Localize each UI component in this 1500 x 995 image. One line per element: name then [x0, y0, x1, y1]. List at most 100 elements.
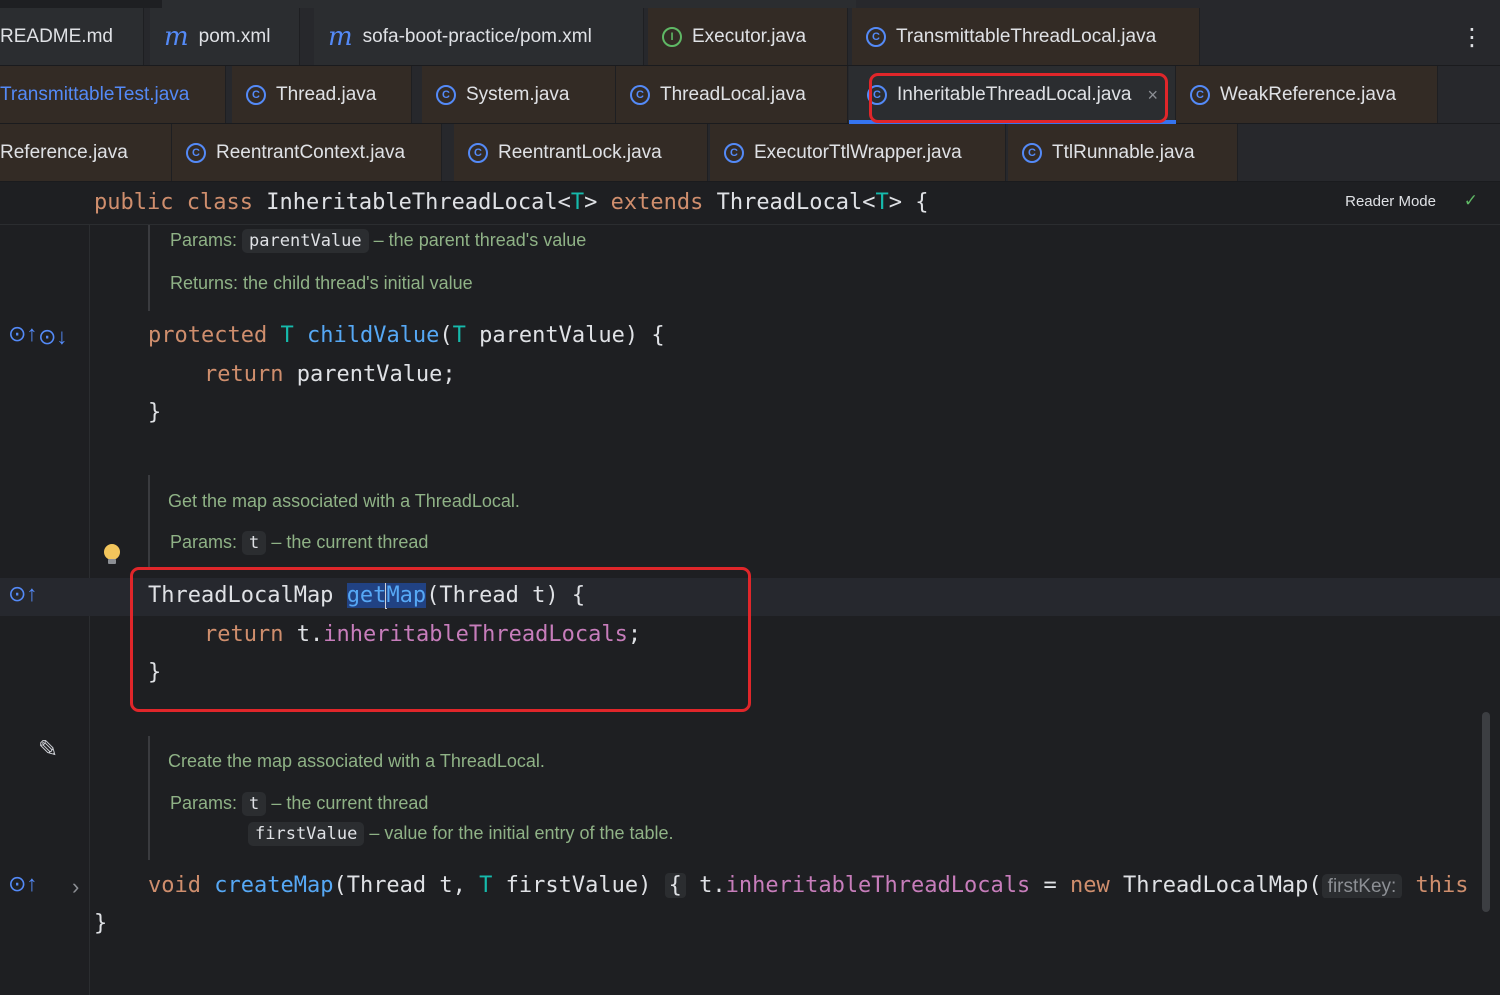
- tab-transmittable-thread-local[interactable]: C TransmittableThreadLocal.java: [852, 8, 1200, 65]
- doc-params-row: Params: t – the current thread: [170, 792, 428, 816]
- doc-comment-getmap: Get the map associated with a ThreadLoca…: [148, 475, 748, 567]
- class-icon: C: [468, 143, 488, 163]
- doc-params-row: Params: t – the current thread: [170, 531, 428, 555]
- doc-label: Returns:: [170, 273, 239, 293]
- constructor: ThreadLocalMap(: [1109, 873, 1322, 898]
- class-icon: C: [246, 85, 266, 105]
- tab-readme[interactable]: README.md: [0, 8, 144, 65]
- class-declaration: public class InheritableThreadLocal<T> e…: [94, 190, 929, 215]
- method-name: childValue: [306, 323, 440, 348]
- override-up-icon[interactable]: ⊙↑: [8, 871, 37, 897]
- strip-segment: [856, 0, 1500, 8]
- folded-brace[interactable]: {: [664, 873, 686, 898]
- doc-param: t: [242, 531, 267, 555]
- type-param: T: [875, 190, 889, 215]
- tab-label: ReentrantContext.java: [216, 142, 406, 163]
- class-icon: C: [630, 85, 650, 105]
- override-up-icon[interactable]: ⊙↑: [8, 321, 37, 347]
- doc-label: Params:: [170, 793, 238, 813]
- tab-row-1: README.md m pom.xml m sofa-boot-practice…: [0, 8, 1500, 66]
- type-param: T: [280, 323, 294, 348]
- sticky-class-header: public class InheritableThreadLocal<T> e…: [0, 183, 1500, 225]
- keyword: extends: [610, 190, 704, 215]
- code-line-class-close: }: [94, 911, 108, 936]
- tab-label: WeakReference.java: [1220, 84, 1397, 105]
- params: firstValue): [492, 873, 652, 898]
- operator: =: [1030, 873, 1070, 898]
- doc-returns-desc: the child thread's initial value: [243, 273, 473, 293]
- doc-comment-childvalue: Params: parentValue – the parent thread'…: [148, 225, 748, 311]
- tab-thread[interactable]: C Thread.java: [232, 66, 412, 123]
- parent-class: ThreadLocal<: [716, 190, 876, 215]
- tab-label: pom.xml: [198, 26, 271, 47]
- tab-label: README.md: [0, 26, 113, 47]
- doc-param-desc: – the current thread: [271, 793, 429, 813]
- class-icon: C: [186, 143, 206, 163]
- doc-summary: Get the map associated with a ThreadLoca…: [168, 491, 520, 511]
- override-up-icon[interactable]: ⊙↑: [8, 581, 37, 607]
- punct: >: [584, 190, 598, 215]
- tab-label: System.java: [466, 84, 570, 105]
- expression: t.: [685, 873, 726, 898]
- tab-reference[interactable]: Reference.java: [0, 124, 172, 181]
- tab-weak-reference[interactable]: C WeakReference.java: [1176, 66, 1438, 123]
- keyword: this: [1402, 873, 1469, 898]
- strip-segment: [0, 0, 162, 8]
- keyword: protected: [148, 323, 268, 348]
- keyword: new: [1070, 873, 1110, 898]
- expression: parentValue;: [283, 362, 456, 387]
- tab-executor[interactable]: I Executor.java: [648, 8, 848, 65]
- vertical-scrollbar[interactable]: [1482, 712, 1490, 912]
- tab-label: ThreadLocal.java: [660, 84, 806, 105]
- tab-threadlocal[interactable]: C ThreadLocal.java: [616, 66, 848, 123]
- doc-param-desc: – the parent thread's value: [373, 230, 587, 250]
- tab-pom[interactable]: m pom.xml: [150, 8, 300, 65]
- class-icon: C: [1022, 143, 1042, 163]
- type-param: T: [479, 873, 493, 898]
- doc-label: Params:: [170, 532, 238, 552]
- top-strip: [0, 0, 1500, 8]
- override-down-icon[interactable]: ⊙↓: [38, 324, 67, 350]
- tab-label: Executor.java: [692, 26, 807, 47]
- annotation-box-active-tab: [869, 73, 1168, 123]
- edit-pencil-icon[interactable]: ✎: [38, 735, 58, 764]
- maven-icon: m: [328, 22, 353, 52]
- tab-row-2: TransmittableTest.java C Thread.java C S…: [0, 66, 1500, 124]
- keyword: void: [148, 873, 201, 898]
- tab-executor-ttl-wrapper[interactable]: C ExecutorTtlWrapper.java: [710, 124, 1006, 181]
- params: (Thread t,: [333, 873, 480, 898]
- tab-reentrant-context[interactable]: C ReentrantContext.java: [172, 124, 442, 181]
- tab-label: sofa-boot-practice/pom.xml: [362, 26, 592, 47]
- tab-reentrant-lock[interactable]: C ReentrantLock.java: [454, 124, 708, 181]
- tab-sofa-pom[interactable]: m sofa-boot-practice/pom.xml: [314, 8, 644, 65]
- doc-returns-row: Returns: the child thread's initial valu…: [170, 273, 473, 294]
- more-tabs-icon[interactable]: ⋮: [1460, 26, 1484, 50]
- class-icon: C: [1190, 85, 1210, 105]
- tab-label: TransmittableTest.java: [0, 84, 190, 105]
- code-line-createmap: void createMap(Thread t, T firstValue) {…: [148, 873, 1482, 898]
- code-line-childvalue-return: return parentValue;: [204, 362, 456, 387]
- tab-system[interactable]: C System.java: [422, 66, 616, 123]
- annotation-box-getmap: [130, 567, 751, 712]
- keyword: class: [186, 190, 253, 215]
- tab-label: TransmittableThreadLocal.java: [896, 26, 1157, 47]
- maven-icon: m: [164, 22, 189, 52]
- lightbulb-icon[interactable]: [104, 544, 120, 564]
- doc-param: parentValue: [242, 229, 369, 253]
- inspection-ok-icon[interactable]: ✓: [1464, 191, 1478, 211]
- punct: (: [439, 323, 453, 348]
- doc-param-desc: – value for the initial entry of the tab…: [369, 823, 674, 843]
- doc-param: firstValue: [248, 822, 365, 846]
- field-name: inheritableThreadLocals: [725, 873, 1031, 898]
- tab-transmittable-test[interactable]: TransmittableTest.java: [0, 66, 226, 123]
- reader-mode-button[interactable]: Reader Mode: [1345, 193, 1436, 210]
- doc-comment-createmap: Create the map associated with a ThreadL…: [148, 736, 768, 860]
- class-icon: C: [436, 85, 456, 105]
- doc-params-row: firstValue – value for the initial entry…: [248, 822, 674, 846]
- tab-label: TtlRunnable.java: [1052, 142, 1195, 163]
- keyword: return: [204, 362, 284, 387]
- tab-row-3: Reference.java C ReentrantContext.java C…: [0, 124, 1500, 182]
- fold-chevron-icon[interactable]: ›: [72, 874, 79, 900]
- tab-ttl-runnable[interactable]: C TtlRunnable.java: [1008, 124, 1238, 181]
- parameter-hint: firstKey:: [1321, 874, 1403, 898]
